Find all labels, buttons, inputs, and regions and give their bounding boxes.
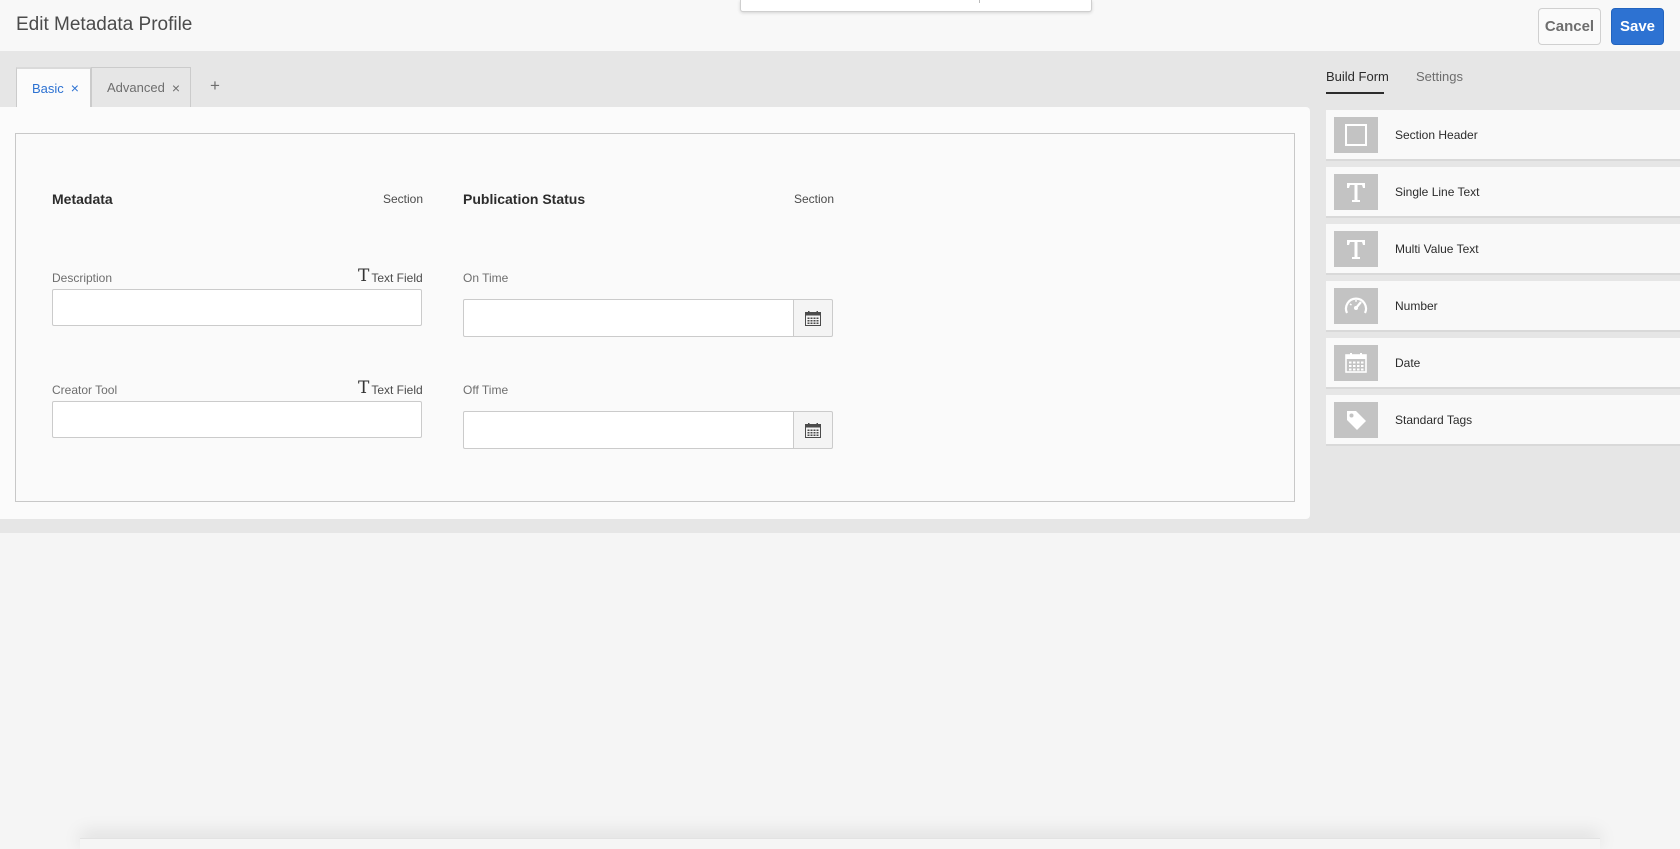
section-title-metadata[interactable]: Metadata — [52, 191, 113, 207]
component-single-line-text[interactable]: Single Line Text — [1326, 167, 1680, 218]
field-type-label: Text Field — [371, 271, 423, 285]
field-label-creator-tool: Creator Tool — [52, 383, 118, 397]
field-type-text: T Text Field — [358, 266, 423, 286]
active-tab-indicator — [1326, 92, 1384, 94]
tab-build-form[interactable]: Build Form — [1326, 69, 1389, 84]
field-label-off-time: Off Time — [463, 383, 509, 397]
field-label-on-time: On Time — [463, 271, 509, 285]
calendar-button[interactable] — [793, 411, 833, 449]
calendar-icon — [1334, 344, 1378, 381]
off-time-datepicker — [463, 411, 833, 449]
on-time-datepicker — [463, 299, 833, 337]
component-label: Multi Value Text — [1395, 241, 1479, 256]
component-label: Section Header — [1395, 127, 1478, 142]
calendar-icon — [805, 310, 821, 326]
section-type-label: Section — [383, 192, 424, 206]
cancel-button[interactable]: Cancel — [1538, 8, 1601, 45]
text-t-icon — [1334, 173, 1378, 210]
on-time-input[interactable] — [463, 299, 794, 337]
page-title: Edit Metadata Profile — [16, 14, 193, 35]
description-input[interactable] — [52, 289, 422, 326]
text-t-icon — [1334, 230, 1378, 267]
field-type-text: T Text Field — [358, 378, 423, 398]
component-date[interactable]: Date — [1326, 338, 1680, 389]
tab-label: Basic — [32, 80, 64, 96]
text-field-icon: T — [358, 378, 370, 398]
component-label: Single Line Text — [1395, 184, 1480, 199]
off-time-input[interactable] — [463, 411, 794, 449]
component-section-header[interactable]: Section Header — [1326, 110, 1680, 161]
component-label: Number — [1395, 298, 1438, 313]
tab-advanced[interactable]: Advanced × — [91, 67, 191, 107]
section-title-publication-status[interactable]: Publication Status — [463, 191, 585, 207]
tag-icon — [1334, 401, 1378, 438]
calendar-icon — [805, 422, 821, 438]
square-icon — [1334, 116, 1378, 153]
bottom-panel-edge — [80, 838, 1600, 849]
component-label: Date — [1395, 355, 1421, 370]
form-layout-box: Metadata Section Description T Text Fiel… — [15, 133, 1295, 502]
popover-fragment — [740, 0, 1092, 12]
close-icon[interactable]: × — [172, 81, 180, 95]
save-button[interactable]: Save — [1611, 8, 1664, 45]
close-icon[interactable]: × — [71, 81, 79, 95]
calendar-button[interactable] — [793, 299, 833, 337]
field-label-description: Description — [52, 271, 113, 285]
creator-tool-input[interactable] — [52, 401, 422, 438]
text-field-icon: T — [358, 266, 370, 286]
component-label: Standard Tags — [1395, 412, 1473, 427]
field-type-label: Text Field — [371, 383, 423, 397]
tab-settings[interactable]: Settings — [1416, 69, 1463, 84]
component-multi-value-text[interactable]: Multi Value Text — [1326, 224, 1680, 275]
page-header: Edit Metadata Profile Cancel Save — [0, 0, 1680, 51]
tab-label: Advanced — [107, 80, 165, 95]
tab-basic[interactable]: Basic × — [16, 67, 91, 107]
section-type-label: Section — [794, 192, 835, 206]
component-number[interactable]: Number — [1326, 281, 1680, 332]
component-standard-tags[interactable]: Standard Tags — [1326, 395, 1680, 446]
add-tab-button[interactable]: + — [210, 76, 220, 96]
gauge-icon — [1334, 287, 1378, 324]
form-canvas: Metadata Section Description T Text Fiel… — [0, 107, 1310, 519]
